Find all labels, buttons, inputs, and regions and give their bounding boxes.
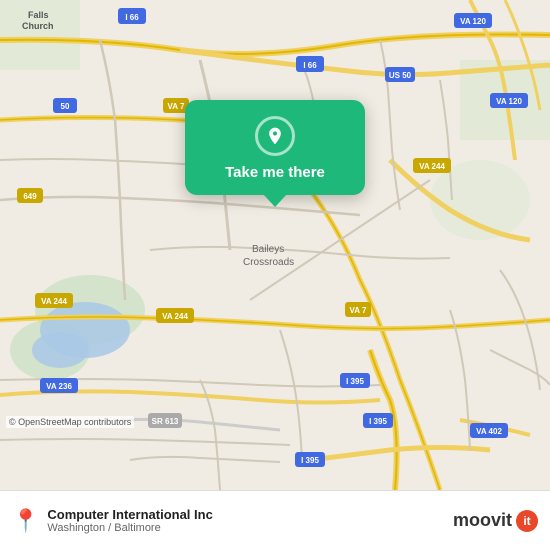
bottom-info: Computer International Inc Washington / … bbox=[47, 507, 445, 534]
location-region: Washington / Baltimore bbox=[47, 522, 445, 534]
map-container: I 66 I 66 VA 7 VA 7 US 50 VA 120 VA 120 … bbox=[0, 0, 550, 490]
bottom-bar: 📍 Computer International Inc Washington … bbox=[0, 490, 550, 550]
take-me-there-button[interactable]: Take me there bbox=[225, 164, 325, 181]
map-attribution: © OpenStreetMap contributors bbox=[6, 416, 134, 428]
location-pin-icon bbox=[255, 116, 295, 156]
popup-card[interactable]: Take me there bbox=[185, 100, 365, 195]
moovit-icon: it bbox=[516, 510, 538, 532]
bottom-pin-icon: 📍 bbox=[12, 508, 39, 534]
moovit-text: moovit bbox=[453, 510, 512, 531]
location-name: Computer International Inc bbox=[47, 507, 445, 522]
moovit-logo: moovit it bbox=[453, 510, 538, 532]
